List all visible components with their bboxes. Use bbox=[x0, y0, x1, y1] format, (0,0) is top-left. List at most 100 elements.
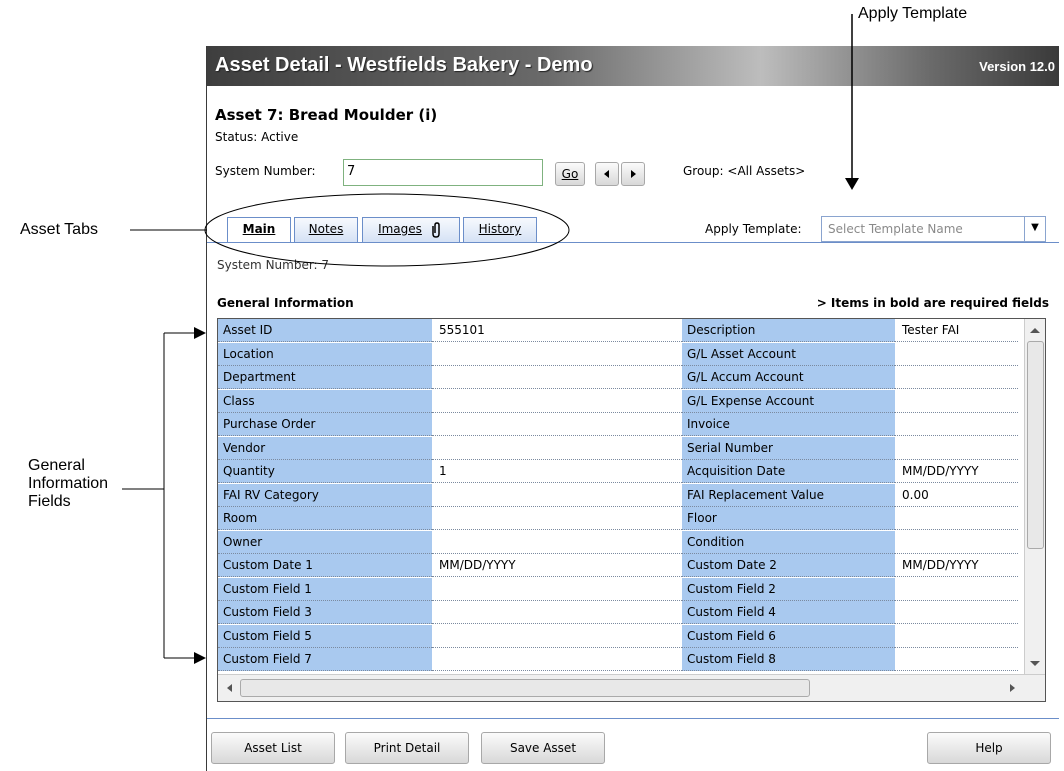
field-value[interactable] bbox=[895, 366, 1018, 389]
field-value[interactable] bbox=[895, 601, 1018, 624]
field-label: Custom Date 2 bbox=[682, 554, 895, 577]
apply-template-label: Apply Template: bbox=[705, 222, 802, 236]
horizontal-scrollbar[interactable] bbox=[218, 674, 1045, 701]
table-row: Custom Field 1 Custom Field 2 bbox=[218, 577, 1018, 601]
field-value[interactable] bbox=[432, 577, 682, 601]
field-label: G/L Asset Account bbox=[682, 342, 895, 366]
scroll-left-icon[interactable] bbox=[224, 682, 234, 694]
field-label: Acquisition Date bbox=[682, 460, 895, 483]
tab-images-label: Images bbox=[378, 222, 422, 236]
callout-general-info-1: General bbox=[28, 457, 85, 474]
field-value[interactable] bbox=[895, 530, 1018, 554]
field-label: G/L Expense Account bbox=[682, 389, 895, 413]
field-value[interactable] bbox=[895, 648, 1018, 671]
field-label: Vendor bbox=[218, 436, 432, 460]
field-value[interactable] bbox=[895, 577, 1018, 601]
field-label: Department bbox=[218, 366, 432, 389]
field-value[interactable]: 0.00 bbox=[895, 483, 1018, 507]
system-number-display: System Number: 7 bbox=[217, 258, 330, 272]
field-label: Class bbox=[218, 389, 432, 413]
callout-general-info-3: Fields bbox=[28, 493, 71, 510]
field-value[interactable] bbox=[432, 624, 682, 648]
field-value[interactable] bbox=[895, 624, 1018, 648]
asset-detail-window: Asset Detail - Westfields Bakery - Demo … bbox=[206, 46, 1059, 771]
tab-notes[interactable]: Notes bbox=[294, 217, 358, 242]
go-button[interactable]: Go bbox=[555, 162, 585, 186]
table-row: Custom Field 3 Custom Field 4 bbox=[218, 601, 1018, 624]
field-value[interactable] bbox=[432, 366, 682, 389]
field-value[interactable] bbox=[432, 530, 682, 554]
scroll-down-icon[interactable] bbox=[1028, 659, 1042, 669]
table-row: FAI RV Category FAI Replacement Value 0.00 bbox=[218, 483, 1018, 507]
field-label: Room bbox=[218, 507, 432, 530]
field-label: Custom Field 7 bbox=[218, 648, 432, 671]
field-label: Floor bbox=[682, 507, 895, 530]
field-value[interactable] bbox=[432, 648, 682, 671]
scroll-right-icon[interactable] bbox=[1008, 682, 1018, 694]
field-value[interactable] bbox=[432, 436, 682, 460]
field-label: Description bbox=[682, 319, 895, 342]
field-value[interactable] bbox=[432, 483, 682, 507]
window-title: Asset Detail - Westfields Bakery - Demo bbox=[215, 54, 593, 76]
tab-main[interactable]: Main bbox=[227, 217, 291, 243]
field-label: Condition bbox=[682, 530, 895, 554]
table-row: Location G/L Asset Account bbox=[218, 342, 1018, 366]
field-value[interactable]: MM/DD/YYYY bbox=[432, 554, 682, 577]
general-info-header: General Information bbox=[217, 296, 354, 310]
tab-images[interactable]: Images bbox=[362, 217, 460, 242]
general-info-grid: Asset ID 555101 Description Tester FAI Locat… bbox=[217, 318, 1046, 702]
hscroll-thumb[interactable] bbox=[240, 679, 810, 697]
field-label: Quantity bbox=[218, 460, 432, 483]
field-value[interactable] bbox=[432, 601, 682, 624]
table-row: Owner Condition bbox=[218, 530, 1018, 554]
tab-strip-border bbox=[207, 242, 1059, 243]
version-label: Version 12.0 bbox=[979, 59, 1055, 74]
field-value[interactable] bbox=[432, 413, 682, 436]
field-value[interactable] bbox=[895, 436, 1018, 460]
callout-asset-tabs: Asset Tabs bbox=[20, 221, 98, 238]
field-label: Custom Field 2 bbox=[682, 577, 895, 601]
field-value[interactable] bbox=[895, 507, 1018, 530]
field-value[interactable] bbox=[432, 342, 682, 366]
asset-status: Status: Active bbox=[215, 130, 299, 144]
field-value[interactable] bbox=[895, 389, 1018, 413]
table-row: Custom Field 5 Custom Field 6 bbox=[218, 624, 1018, 648]
field-label: G/L Accum Account bbox=[682, 366, 895, 389]
field-value[interactable]: 555101 bbox=[432, 319, 682, 342]
field-value[interactable]: Tester FAI bbox=[895, 319, 1018, 342]
field-value[interactable] bbox=[432, 389, 682, 413]
callout-general-info-2: Information bbox=[28, 475, 109, 492]
next-asset-button[interactable] bbox=[621, 162, 645, 186]
table-row: Vendor Serial Number bbox=[218, 436, 1018, 460]
field-label: Location bbox=[218, 342, 432, 366]
print-detail-button[interactable]: Print Detail bbox=[345, 732, 469, 764]
scroll-up-icon[interactable] bbox=[1028, 325, 1042, 335]
system-number-input[interactable]: 7 bbox=[343, 159, 543, 186]
title-bar: Asset Detail - Westfields Bakery - Demo … bbox=[207, 46, 1059, 86]
help-button[interactable]: Help bbox=[927, 732, 1051, 764]
table-row: Custom Date 1 MM/DD/YYYY Custom Date 2 MM/D… bbox=[218, 554, 1018, 577]
field-label: Asset ID bbox=[218, 319, 432, 342]
template-select[interactable]: Select Template Name ▼ bbox=[821, 216, 1046, 242]
table-row: Custom Field 7 Custom Field 8 bbox=[218, 648, 1018, 671]
system-number-label: System Number: bbox=[215, 164, 316, 178]
asset-list-button[interactable]: Asset List bbox=[211, 732, 335, 764]
previous-asset-button[interactable] bbox=[595, 162, 619, 186]
table-row: Asset ID 555101 Description Tester FAI bbox=[218, 319, 1018, 342]
save-asset-button[interactable]: Save Asset bbox=[481, 732, 605, 764]
field-value[interactable]: MM/DD/YYYY bbox=[895, 460, 1018, 483]
tab-history[interactable]: History bbox=[463, 217, 537, 242]
table-row: Room Floor bbox=[218, 507, 1018, 530]
field-label: Custom Field 6 bbox=[682, 624, 895, 648]
field-value[interactable]: 1 bbox=[432, 460, 682, 483]
field-value[interactable]: MM/DD/YYYY bbox=[895, 554, 1018, 577]
field-value[interactable] bbox=[895, 413, 1018, 436]
asset-title: Asset 7: Bread Moulder (i) bbox=[215, 106, 438, 124]
scroll-thumb[interactable] bbox=[1027, 341, 1044, 549]
field-label: Custom Date 1 bbox=[218, 554, 432, 577]
field-value[interactable] bbox=[432, 507, 682, 530]
vertical-scrollbar[interactable] bbox=[1024, 319, 1045, 675]
field-label: Custom Field 4 bbox=[682, 601, 895, 624]
chevron-down-icon[interactable]: ▼ bbox=[1024, 217, 1045, 241]
field-value[interactable] bbox=[895, 342, 1018, 366]
